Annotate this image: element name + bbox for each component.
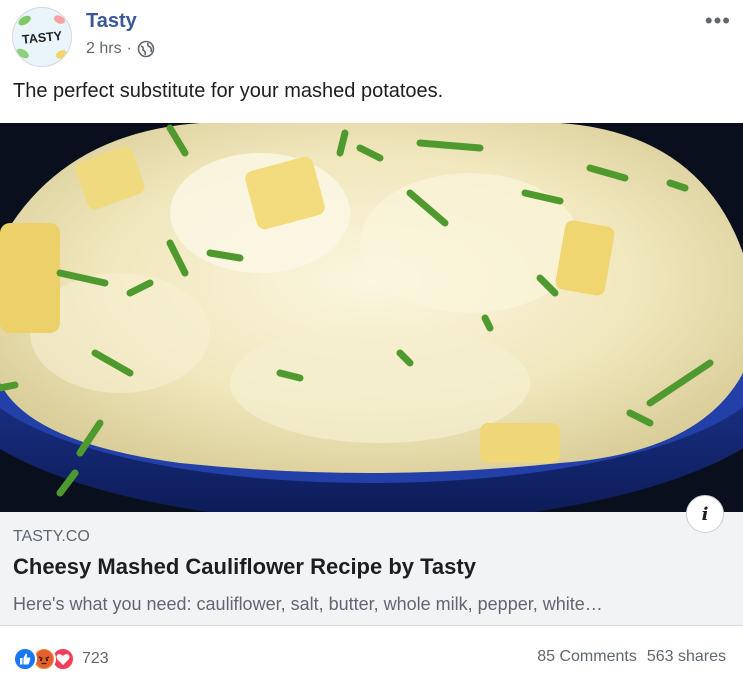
reactions-summary[interactable]: 723 <box>13 647 109 671</box>
meta-separator: · <box>126 40 132 57</box>
post-header: TASTY Tasty 2 hrs · ••• <box>0 0 743 70</box>
timestamp-link[interactable]: 2 hrs <box>86 40 122 58</box>
ellipsis-icon[interactable]: ••• <box>705 8 731 34</box>
link-description: Here's what you need: cauliflower, salt,… <box>13 594 603 614</box>
post-meta: 2 hrs · <box>86 40 155 58</box>
mashed-cauliflower-photo <box>0 123 743 512</box>
link-title[interactable]: Cheesy Mashed Cauliflower Recipe by Tast… <box>13 554 476 580</box>
like-icon <box>13 647 37 671</box>
post-caption: The perfect substitute for your mashed p… <box>13 80 444 102</box>
link-preview[interactable]: i TASTY.CO Cheesy Mashed Cauliflower Rec… <box>0 495 743 626</box>
post-footer: 723 85 Comments 563 shares <box>0 627 743 681</box>
globe-icon[interactable] <box>137 40 155 58</box>
page-avatar[interactable]: TASTY <box>12 7 72 67</box>
tasty-logo-icon: TASTY <box>13 8 71 66</box>
info-icon[interactable]: i <box>686 495 724 533</box>
link-domain: TASTY.CO <box>13 528 90 545</box>
shares-link[interactable]: 563 shares <box>647 648 726 666</box>
reaction-count: 723 <box>82 650 109 667</box>
post-image[interactable] <box>0 123 743 512</box>
page-name-link[interactable]: Tasty <box>86 10 137 33</box>
comments-link[interactable]: 85 Comments <box>537 648 637 666</box>
engagement-stats: 85 Comments 563 shares <box>537 648 726 666</box>
